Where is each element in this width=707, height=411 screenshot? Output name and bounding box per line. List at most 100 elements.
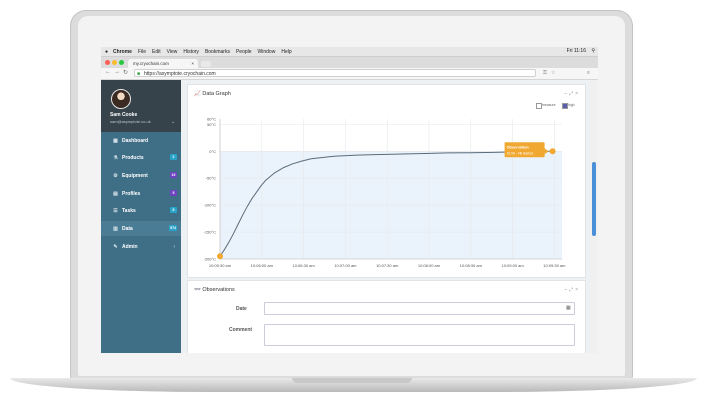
x-tick-label: 10:07:30 am	[376, 263, 399, 268]
sidebar-item-label: Products	[122, 154, 144, 161]
reload-icon[interactable]: ↻	[123, 69, 128, 76]
browser-toolbar: ← → ↻ ■ https://asymptote.cryochain.com …	[101, 68, 598, 80]
chart-area: 10:05:30 am 10:06:00 am 10:06:30 am 10:07:0…	[190, 99, 582, 275]
user-menu-chevron-icon[interactable]: ⌄	[171, 119, 175, 125]
minimize-window-icon[interactable]	[112, 60, 117, 65]
window-controls	[105, 60, 124, 65]
address-url: https://asymptote.cryochain.com	[144, 71, 216, 77]
count-badge: 974	[169, 225, 177, 231]
scrollbar-thumb[interactable]	[592, 162, 596, 236]
forward-icon[interactable]: →	[114, 69, 120, 75]
x-tick-label: 10:09:30 am	[543, 263, 566, 268]
x-tick-label: 10:08:00 am	[418, 263, 441, 268]
sidebar-item-label: Equipment	[122, 172, 148, 179]
y-tick-label: 50°C	[207, 122, 216, 127]
new-tab-button[interactable]	[201, 61, 211, 67]
count-badge: 5	[170, 190, 177, 196]
comment-field[interactable]	[264, 324, 575, 346]
tab-title: my.cryochain.com	[133, 61, 169, 66]
sidebar-item-admin[interactable]: ✎ Admin ‹	[101, 239, 181, 254]
user-name: Sam Cooke	[110, 112, 138, 118]
close-panel-icon[interactable]: ×	[575, 91, 580, 97]
legend-high-label: high	[568, 103, 575, 107]
menu-edit[interactable]: Edit	[152, 49, 161, 55]
binoculars-icon: 👓	[194, 287, 201, 293]
close-panel-icon[interactable]: ×	[575, 287, 580, 293]
spotlight-icon[interactable]: ⚲	[591, 48, 595, 54]
calendar-icon[interactable]: ▦	[566, 305, 571, 311]
start-marker[interactable]	[217, 253, 223, 260]
zoom-window-icon[interactable]	[119, 60, 124, 65]
observations-title: Observations	[202, 287, 235, 293]
sidebar-item-tasks[interactable]: ☰ Tasks 8	[101, 203, 181, 218]
menu-app-name[interactable]: Chrome	[113, 49, 132, 55]
observation-label: Observation	[507, 145, 530, 149]
bookmark-star-icon[interactable]: ☆	[551, 70, 555, 76]
sidebar: Sam Cooke sam@asymptote.co.uk ⌄ ▦ Dashboa…	[101, 80, 181, 353]
count-badge: 8	[170, 207, 177, 213]
avatar[interactable]	[111, 89, 131, 109]
user-profile: Sam Cooke sam@asymptote.co.uk ⌄	[101, 80, 181, 132]
sidebar-item-profiles[interactable]: ▤ Profiles 5	[101, 186, 181, 201]
data-graph-title: Data Graph	[202, 91, 231, 97]
wrench-icon: ✎	[113, 243, 118, 250]
menu-file[interactable]: File	[138, 49, 146, 55]
y-tick-label: -100°C	[204, 203, 217, 208]
menu-history[interactable]: History	[183, 49, 199, 55]
key-icon[interactable]: ⚿	[543, 70, 547, 76]
tab-close-icon[interactable]: ×	[191, 59, 194, 68]
menu-help[interactable]: Help	[281, 49, 291, 55]
x-tick-label: 10:08:30 am	[460, 263, 483, 268]
observations-panel: 👓 Observations –⤢× Date ▦ Comment	[187, 280, 586, 353]
y-tick-label: 60°C	[207, 117, 216, 122]
checklist-icon: ☰	[113, 207, 118, 214]
temperature-chart: 10:05:30 am 10:06:00 am 10:06:30 am 10:07:0…	[204, 117, 567, 269]
menu-view[interactable]: View	[167, 49, 178, 55]
x-tick-label: 10:06:00 am	[251, 263, 274, 268]
y-tick-label: 0°C	[209, 149, 216, 154]
address-bar[interactable]: ■ https://asymptote.cryochain.com	[134, 69, 536, 77]
flask-icon: ⚗	[113, 154, 118, 161]
chrome-menu-icon[interactable]: ≡	[587, 70, 590, 76]
laptop-notch	[292, 378, 412, 383]
apple-icon[interactable]: ●	[105, 49, 108, 55]
observation-marker[interactable]	[549, 148, 556, 155]
sidebar-item-data[interactable]: ▥ Data 974	[101, 221, 181, 236]
sidebar-item-label: Dashboard	[122, 137, 149, 144]
screen: ● Chrome File Edit View History Bookmark…	[101, 47, 598, 353]
mac-menubar: ● Chrome File Edit View History Bookmark…	[101, 47, 598, 57]
panel-controls: –⤢×	[564, 287, 580, 293]
sidebar-item-label: Profiles	[122, 190, 141, 197]
date-label: Date	[236, 306, 247, 312]
y-tick-label: -200°C	[204, 257, 217, 262]
menu-bookmarks[interactable]: Bookmarks	[205, 49, 230, 55]
sidebar-item-label: Data	[122, 225, 133, 232]
panel-title: 👓 Observations	[194, 287, 235, 293]
menu-people[interactable]: People	[236, 49, 252, 55]
comment-label: Comment	[229, 327, 253, 333]
user-email: sam@asymptote.co.uk	[110, 119, 151, 124]
x-tick-label: 10:05:30 am	[209, 263, 232, 268]
x-tick-label: 10:09:00 am	[501, 263, 524, 268]
sidebar-item-products[interactable]: ⚗ Products 2	[101, 150, 181, 165]
dashboard-icon: ▦	[113, 137, 118, 144]
back-icon[interactable]: ←	[105, 69, 111, 75]
sidebar-item-dashboard[interactable]: ▦ Dashboard	[101, 133, 181, 148]
main-content: 📈 Data Graph –⤢× 10:05:30 am 10:06:00 am 1…	[181, 80, 598, 353]
panel-title: 📈 Data Graph	[194, 91, 231, 97]
close-window-icon[interactable]	[105, 60, 110, 65]
menubar-clock: Fri 11:16	[566, 48, 586, 54]
x-tick-label: 10:07:00 am	[334, 263, 357, 268]
data-graph-panel: 📈 Data Graph –⤢× 10:05:30 am 10:06:00 am 1…	[187, 84, 586, 278]
bar-chart-icon: ▥	[113, 225, 118, 232]
date-field[interactable]	[264, 302, 575, 315]
sidebar-item-label: Admin	[122, 243, 138, 250]
browser-tab[interactable]: my.cryochain.com ×	[128, 59, 198, 68]
y-tick-label: -50°C	[206, 176, 216, 181]
sidebar-item-equipment[interactable]: ⚙ Equipment 10	[101, 168, 181, 183]
menu-window[interactable]: Window	[258, 49, 276, 55]
sidebar-item-label: Tasks	[122, 207, 136, 214]
legend-measure-label: measure	[542, 103, 556, 107]
document-icon: ▤	[113, 190, 118, 197]
x-tick-label: 10:06:30 am	[292, 263, 315, 268]
